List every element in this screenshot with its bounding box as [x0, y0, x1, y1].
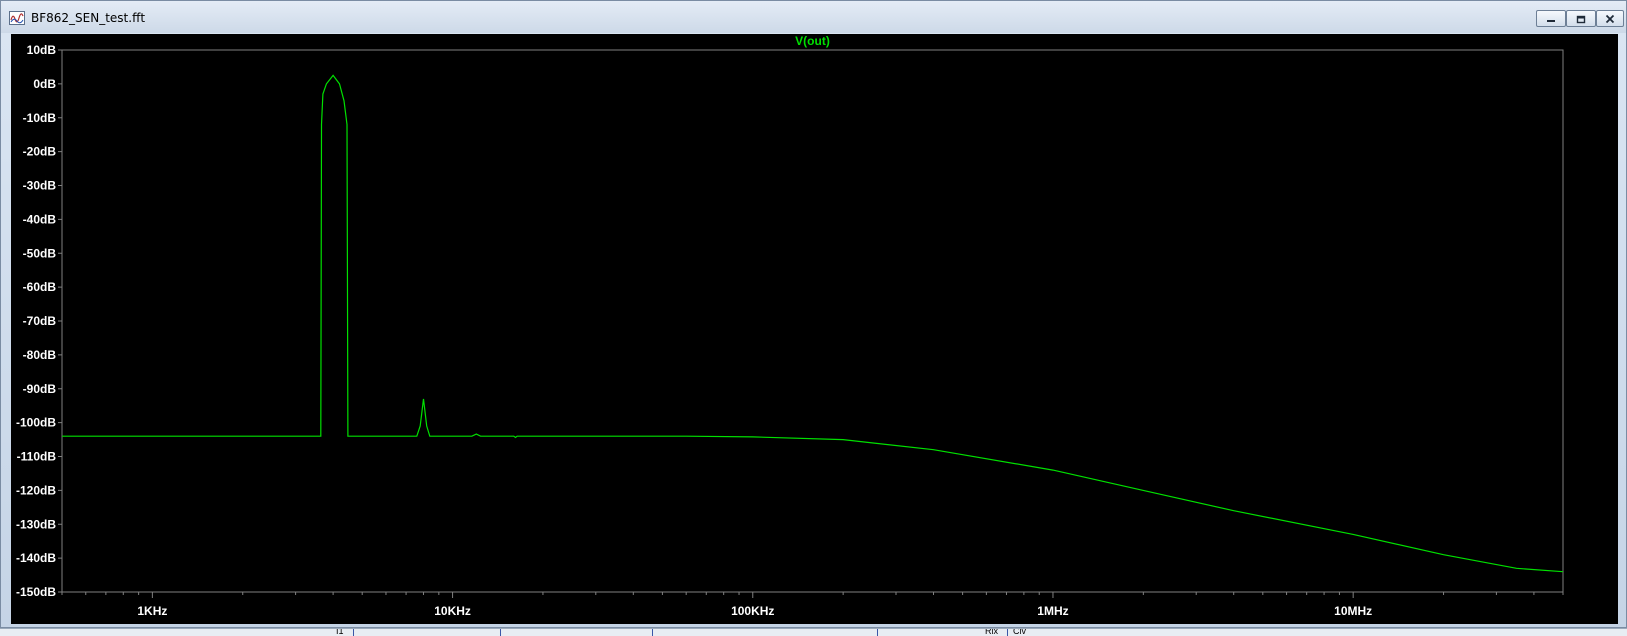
y-tick-label: -60dB [23, 280, 57, 294]
strip-label-rix: Rix [985, 628, 998, 636]
restore-icon [1576, 15, 1586, 23]
strip-divider [877, 629, 878, 636]
y-tick-label: 10dB [27, 43, 57, 57]
y-tick-label: -80dB [23, 348, 57, 362]
y-tick-label: -40dB [23, 212, 57, 226]
minimize-icon [1547, 19, 1555, 22]
y-tick-label: -70dB [23, 314, 57, 328]
x-tick-label: 10KHz [434, 604, 471, 618]
trace-line [62, 74, 1564, 573]
strip-label-civ: Civ [1013, 628, 1026, 636]
maximize-button[interactable] [1566, 10, 1596, 27]
minimize-button[interactable] [1536, 10, 1566, 27]
x-tick-label: 1KHz [137, 604, 167, 618]
title-bar[interactable]: BF862_SEN_test.fft [1, 1, 1626, 33]
plot-frame [61, 49, 1564, 593]
y-tick-label: -90dB [23, 382, 57, 396]
waveform-viewer-icon [9, 11, 25, 25]
y-tick-label: -100dB [16, 416, 56, 430]
close-icon [1605, 14, 1615, 23]
plot-window: BF862_SEN_test.fft V(out) 10dB 0dB -10dB -20… [0, 0, 1627, 628]
x-tick-label: 10MHz [1334, 604, 1372, 618]
strip-divider [500, 629, 501, 636]
y-tick-label: -10dB [23, 111, 57, 125]
x-tick-label: 100KHz [731, 604, 774, 618]
y-tick-label: -140dB [16, 551, 56, 565]
y-tick-label: -130dB [16, 517, 56, 531]
strip-divider [1007, 629, 1008, 636]
y-tick-label: -50dB [23, 246, 57, 260]
strip-divider [353, 629, 354, 636]
schematic-strip: I1 Rix Civ [0, 628, 1627, 636]
chart-title: V(out) [795, 34, 830, 48]
y-tick-label: -150dB [16, 585, 56, 599]
y-tick-label: -30dB [23, 179, 57, 193]
y-tick-label: -20dB [23, 145, 57, 159]
window-title: BF862_SEN_test.fft [31, 11, 146, 25]
close-button[interactable] [1596, 10, 1624, 27]
x-tick-label: 1MHz [1037, 604, 1068, 618]
y-tick-label: -120dB [16, 483, 56, 497]
strip-label-i1: I1 [336, 628, 344, 636]
strip-divider [652, 629, 653, 636]
y-tick-label: -110dB [17, 450, 57, 464]
plot-pane[interactable]: V(out) 10dB 0dB -10dB -20dB -30dB -40dB -50dB -6… [11, 34, 1618, 624]
y-tick-label: 0dB [33, 77, 56, 91]
fft-plot[interactable]: V(out) 10dB 0dB -10dB -20dB -30dB -40dB -50dB -6… [11, 34, 1618, 624]
